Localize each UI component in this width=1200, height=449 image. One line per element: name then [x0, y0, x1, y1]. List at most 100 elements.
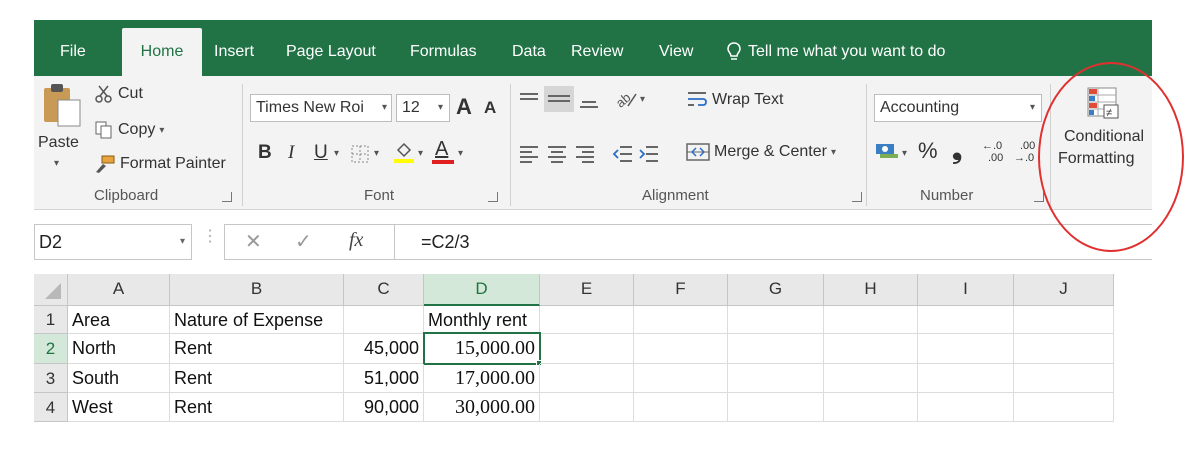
cell-i2[interactable]: [918, 334, 1014, 364]
cell-i4[interactable]: [918, 393, 1014, 422]
cell-g4[interactable]: [728, 393, 824, 422]
cell-e3[interactable]: [540, 364, 634, 393]
row-header-3[interactable]: 3: [34, 364, 68, 393]
cell-g3[interactable]: [728, 364, 824, 393]
cell-b4[interactable]: Rent: [170, 393, 344, 422]
cell-c4[interactable]: 90,000: [344, 393, 424, 422]
accounting-dropdown-icon[interactable]: ▾: [902, 148, 907, 159]
fill-color-dropdown-icon[interactable]: ▾: [418, 148, 423, 159]
cell-j1[interactable]: [1014, 306, 1114, 334]
column-header-i[interactable]: I: [918, 274, 1014, 306]
cell-g2[interactable]: [728, 334, 824, 364]
underline-dropdown-icon[interactable]: ▾: [334, 148, 339, 159]
cell-h3[interactable]: [824, 364, 918, 393]
row-header-4[interactable]: 4: [34, 393, 68, 422]
tab-review[interactable]: Review: [571, 28, 623, 76]
column-header-h[interactable]: H: [824, 274, 918, 306]
copy-button[interactable]: Copy ▾: [94, 120, 164, 140]
tab-file[interactable]: File: [60, 28, 86, 76]
cell-f4[interactable]: [634, 393, 728, 422]
cell-j4[interactable]: [1014, 393, 1114, 422]
enter-button[interactable]: ✓: [295, 229, 312, 254]
copy-dropdown-icon[interactable]: ▾: [159, 125, 164, 136]
align-top-icon[interactable]: [518, 90, 540, 110]
cell-i3[interactable]: [918, 364, 1014, 393]
row-header-2[interactable]: 2: [34, 334, 68, 364]
cell-a3[interactable]: South: [68, 364, 170, 393]
tab-data[interactable]: Data: [512, 28, 546, 76]
cell-a4[interactable]: West: [68, 393, 170, 422]
paste-dropdown-icon[interactable]: ▾: [54, 158, 59, 169]
clipboard-dialog-launcher-icon[interactable]: [222, 192, 232, 202]
cell-d1[interactable]: Monthly rent: [424, 306, 540, 334]
cell-f3[interactable]: [634, 364, 728, 393]
cell-c3[interactable]: 51,000: [344, 364, 424, 393]
name-box-chevron-icon[interactable]: ▾: [180, 225, 185, 259]
cut-button[interactable]: Cut: [94, 84, 143, 104]
cell-e4[interactable]: [540, 393, 634, 422]
increase-indent-icon[interactable]: [638, 144, 660, 164]
accounting-format-icon[interactable]: [874, 140, 900, 162]
font-color-dropdown-icon[interactable]: ▾: [458, 148, 463, 159]
fill-color-icon[interactable]: [392, 140, 416, 164]
underline-button[interactable]: U: [314, 142, 328, 164]
row-header-1[interactable]: 1: [34, 306, 68, 334]
tab-formulas[interactable]: Formulas: [410, 28, 477, 76]
number-format-dropdown[interactable]: Accounting: [874, 94, 1042, 122]
borders-dropdown-icon[interactable]: ▾: [374, 148, 379, 159]
font-color-button[interactable]: A: [432, 138, 454, 166]
format-painter-button[interactable]: Format Painter: [94, 154, 226, 174]
tab-view[interactable]: View: [659, 28, 693, 76]
name-box[interactable]: D2 ▾: [34, 224, 192, 260]
cell-f2[interactable]: [634, 334, 728, 364]
column-header-f[interactable]: F: [634, 274, 728, 306]
font-family-dropdown[interactable]: Times New Roi: [250, 94, 392, 122]
shrink-font-button[interactable]: A: [484, 98, 496, 118]
align-middle-icon[interactable]: [544, 86, 574, 112]
cell-b3[interactable]: Rent: [170, 364, 344, 393]
increase-decimal-button[interactable]: ←.0 .00: [982, 140, 1012, 168]
cell-a1[interactable]: Area: [68, 306, 170, 334]
cell-i1[interactable]: [918, 306, 1014, 334]
select-all-corner[interactable]: [34, 274, 68, 306]
cell-a2[interactable]: North: [68, 334, 170, 364]
align-right-icon[interactable]: [574, 144, 596, 164]
tab-home[interactable]: Home: [122, 28, 202, 76]
formula-bar-grip-icon[interactable]: ⋮: [202, 226, 218, 246]
cell-e1[interactable]: [540, 306, 634, 334]
cell-d3[interactable]: 17,000.00: [424, 364, 540, 393]
cell-j2[interactable]: [1014, 334, 1114, 364]
merge-center-dropdown-icon[interactable]: ▾: [831, 147, 836, 158]
column-header-b[interactable]: B: [170, 274, 344, 306]
align-bottom-icon[interactable]: [578, 90, 600, 110]
column-header-d[interactable]: D: [424, 274, 540, 306]
paste-button[interactable]: Paste ▾: [38, 82, 88, 182]
font-family-chevron-icon[interactable]: ▾: [382, 102, 387, 113]
column-header-j[interactable]: J: [1014, 274, 1114, 306]
bold-button[interactable]: B: [258, 142, 272, 164]
borders-icon[interactable]: [350, 144, 370, 164]
column-header-e[interactable]: E: [540, 274, 634, 306]
comma-style-button[interactable]: ❟: [952, 134, 962, 166]
grow-font-button[interactable]: A: [456, 94, 472, 120]
number-format-chevron-icon[interactable]: ▾: [1030, 102, 1035, 113]
orientation-icon[interactable]: ab: [614, 88, 638, 110]
cell-b1[interactable]: Nature of Expense: [170, 306, 344, 334]
font-dialog-launcher-icon[interactable]: [488, 192, 498, 202]
wrap-text-button[interactable]: Wrap Text: [686, 90, 783, 110]
cell-e2[interactable]: [540, 334, 634, 364]
cell-h1[interactable]: [824, 306, 918, 334]
number-dialog-launcher-icon[interactable]: [1034, 192, 1044, 202]
cancel-button[interactable]: ✕: [245, 229, 262, 254]
merge-center-button[interactable]: Merge & Center ▾: [686, 142, 836, 162]
font-size-chevron-icon[interactable]: ▾: [438, 102, 443, 113]
cell-c1[interactable]: [344, 306, 424, 334]
tab-page-layout[interactable]: Page Layout: [286, 28, 376, 76]
cell-g1[interactable]: [728, 306, 824, 334]
cell-c2[interactable]: 45,000: [344, 334, 424, 364]
cell-f1[interactable]: [634, 306, 728, 334]
cell-d2-active[interactable]: 15,000.00: [423, 332, 541, 365]
column-header-a[interactable]: A: [68, 274, 170, 306]
cell-h2[interactable]: [824, 334, 918, 364]
cell-d4[interactable]: 30,000.00: [424, 393, 540, 422]
